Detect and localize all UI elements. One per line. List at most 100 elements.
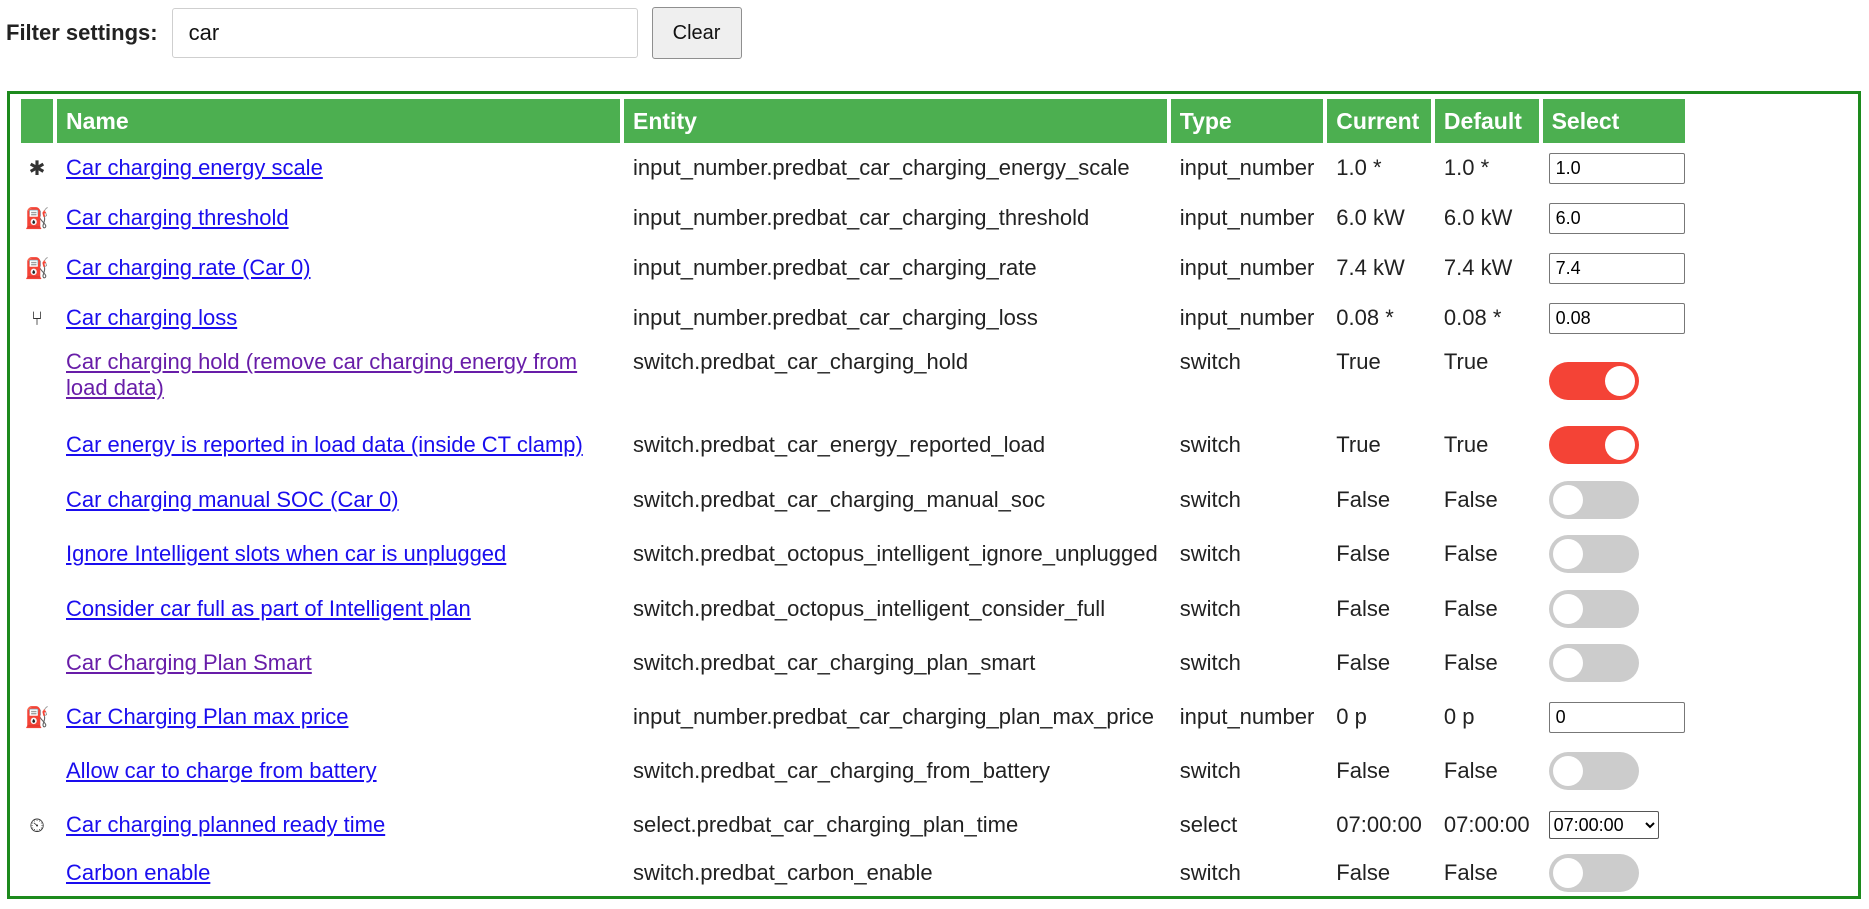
setting-name-link[interactable]: Car Charging Plan Smart	[66, 650, 312, 675]
entity-cell: select.predbat_car_charging_plan_time	[633, 812, 1019, 837]
select-cell	[1543, 243, 1685, 293]
icon-cell	[21, 527, 53, 581]
icon-cell	[21, 343, 53, 418]
name-cell: Car Charging Plan Smart	[57, 636, 620, 690]
setting-name-link[interactable]: Car charging threshold	[66, 205, 289, 230]
type-cell: switch	[1179, 486, 1241, 512]
value-input[interactable]	[1548, 202, 1685, 234]
setting-name-link[interactable]: Carbon enable	[66, 860, 210, 885]
icon-cell	[21, 418, 53, 472]
setting-name-link[interactable]: Car Charging Plan max price	[66, 704, 348, 729]
ev-station-icon: ⛽	[24, 208, 50, 230]
select-cell: 07:00:00	[1543, 798, 1685, 852]
current-cell: 07:00:00	[1336, 812, 1422, 837]
toggle-knob	[1552, 539, 1583, 569]
entity-cell: switch.predbat_car_charging_hold	[633, 349, 969, 374]
value-input[interactable]	[1548, 302, 1685, 334]
value-input[interactable]	[1548, 701, 1685, 733]
header-name: Name	[57, 99, 620, 143]
entity-cell: switch.predbat_car_charging_from_battery	[633, 758, 1051, 783]
setting-name-link[interactable]: Consider car full as part of Intelligent…	[66, 596, 471, 621]
icon-cell	[21, 636, 53, 690]
toggle-switch[interactable]	[1548, 426, 1639, 464]
setting-name-link[interactable]: Allow car to charge from battery	[66, 758, 377, 783]
icon-cell	[21, 852, 53, 894]
header-icon	[21, 99, 53, 143]
entity-cell: switch.predbat_carbon_enable	[633, 860, 933, 885]
toggle-switch[interactable]	[1548, 644, 1639, 682]
toggle-knob	[1604, 365, 1635, 396]
select-cell	[1543, 343, 1685, 418]
table-row: ⛽ Car Charging Plan max price input_number…	[21, 690, 1685, 744]
filter-input[interactable]	[171, 8, 638, 58]
default-cell: 0.08 *	[1443, 305, 1502, 330]
toggle-switch[interactable]	[1548, 361, 1639, 400]
settings-table: Name Entity Type Current Default Select …	[17, 99, 1689, 894]
name-cell: Car energy is reported in load data (ins…	[57, 418, 620, 472]
entity-cell: input_number.predbat_car_charging_thresh…	[633, 205, 1090, 230]
table-row: ⛽ Car charging rate (Car 0) input_number.p…	[21, 243, 1685, 293]
entity-cell: switch.predbat_car_energy_reported_load	[633, 432, 1046, 457]
clear-button[interactable]: Clear	[651, 7, 742, 59]
table-row: Car charging manual SOC (Car 0) switch.pr…	[21, 472, 1685, 527]
type-cell: switch	[1179, 860, 1241, 885]
entity-cell: input_number.predbat_car_charging_plan_m…	[633, 704, 1155, 729]
value-input[interactable]	[1548, 152, 1685, 184]
icon-cell: ✱	[21, 143, 53, 193]
default-cell: True	[1443, 349, 1489, 374]
name-cell: Car charging hold (remove car charging e…	[57, 343, 620, 418]
toggle-switch[interactable]	[1548, 480, 1639, 519]
entity-cell: switch.predbat_octopus_intelligent_ignor…	[633, 541, 1158, 566]
setting-name-link[interactable]: Car energy is reported in load data (ins…	[66, 432, 583, 457]
name-cell: Car charging planned ready time	[57, 798, 620, 852]
entity-cell: switch.predbat_car_charging_manual_soc	[633, 486, 1046, 512]
type-cell: switch	[1179, 758, 1241, 783]
select-cell	[1543, 193, 1685, 243]
default-cell: 1.0 *	[1443, 155, 1490, 180]
filter-label: Filter settings:	[6, 20, 158, 45]
time-select[interactable]: 07:00:00	[1548, 811, 1659, 839]
ev-station-icon: ⛽	[24, 707, 50, 729]
setting-name-link[interactable]: Car charging loss	[66, 305, 237, 330]
setting-name-link[interactable]: Car charging energy scale	[66, 155, 323, 180]
name-cell: Car charging manual SOC (Car 0)	[57, 472, 620, 527]
setting-name-link[interactable]: Car charging hold (remove car charging e…	[66, 349, 577, 400]
name-cell: Car charging loss	[57, 293, 620, 343]
setting-name-link[interactable]: Car charging planned ready time	[66, 812, 385, 837]
setting-name-link[interactable]: Car charging manual SOC (Car 0)	[66, 487, 399, 512]
setting-name-link[interactable]: Car charging rate (Car 0)	[66, 255, 311, 280]
select-cell	[1543, 636, 1685, 690]
select-cell	[1543, 852, 1685, 894]
current-cell: 7.4 kW	[1336, 255, 1405, 280]
toggle-switch[interactable]	[1548, 535, 1639, 573]
table-row: Ignore Intelligent slots when car is unp…	[21, 527, 1685, 581]
default-cell: False	[1443, 486, 1498, 512]
select-cell	[1543, 472, 1685, 527]
table-row: ⛽ Car charging threshold input_number.pred…	[21, 193, 1685, 243]
toggle-switch[interactable]	[1548, 752, 1639, 790]
name-cell: Car charging rate (Car 0)	[57, 243, 620, 293]
default-cell: True	[1443, 432, 1489, 457]
current-cell: 0 p	[1336, 704, 1367, 729]
filter-bar: Filter settings: Clear	[6, 6, 742, 60]
toggle-switch[interactable]	[1548, 589, 1639, 628]
name-cell: Car charging threshold	[57, 193, 620, 243]
value-input[interactable]	[1548, 252, 1685, 284]
toggle-knob	[1604, 430, 1635, 460]
toggle-switch[interactable]	[1548, 854, 1639, 892]
header-type: Type	[1170, 99, 1324, 143]
current-cell: False	[1336, 486, 1391, 512]
current-cell: False	[1336, 541, 1391, 566]
icon-cell: ⑂	[21, 293, 53, 343]
setting-name-link[interactable]: Ignore Intelligent slots when car is unp…	[66, 541, 506, 566]
table-row: Carbon enable switch.predbat_carbon_enabl…	[21, 852, 1685, 894]
type-cell: select	[1179, 812, 1238, 837]
select-cell	[1543, 143, 1685, 193]
current-cell: False	[1336, 595, 1391, 621]
default-cell: False	[1443, 650, 1498, 675]
icon-cell	[21, 581, 53, 636]
icon-cell: ⛽	[21, 243, 53, 293]
toggle-knob	[1552, 756, 1583, 786]
type-cell: input_number	[1179, 155, 1315, 180]
current-cell: True	[1336, 349, 1381, 374]
